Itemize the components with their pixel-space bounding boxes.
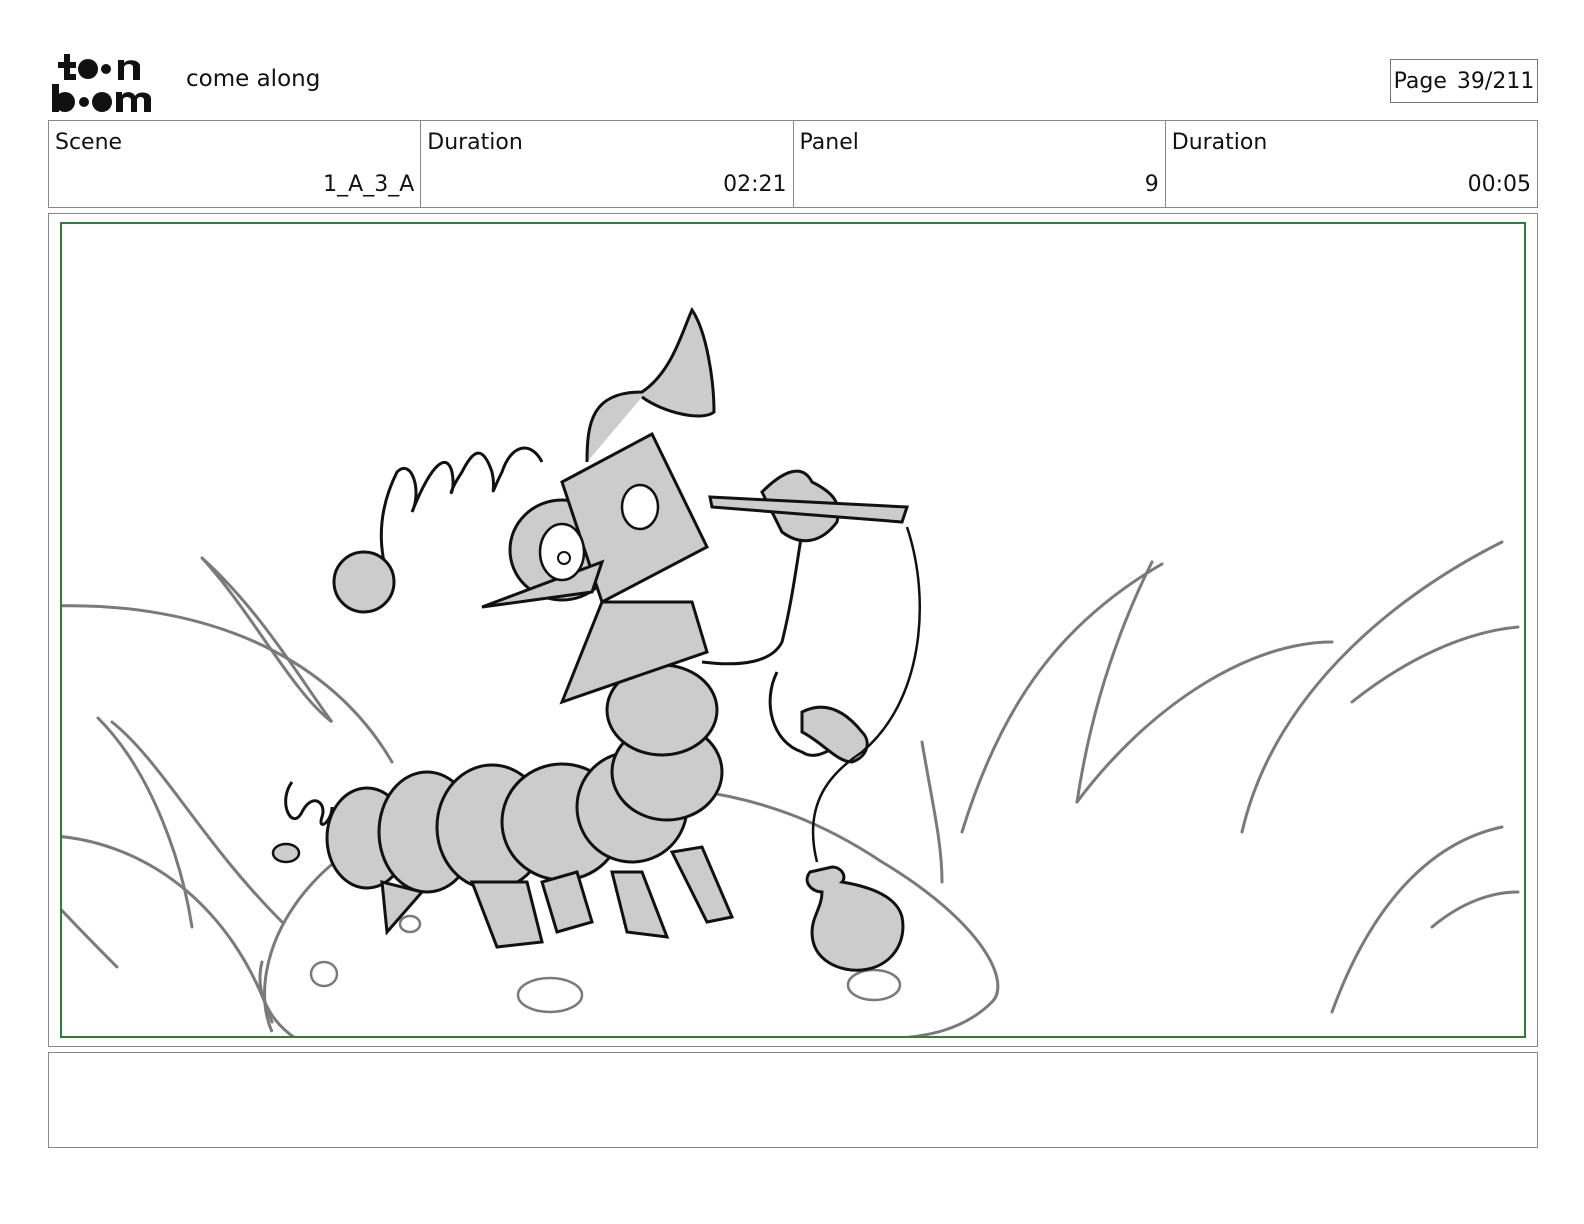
caterpillar-sketch xyxy=(62,306,1520,1036)
page-number: 39/211 xyxy=(1456,68,1535,94)
panel-label: Panel xyxy=(799,130,859,155)
tail-spiral xyxy=(284,781,334,826)
scene-label: Scene xyxy=(55,130,123,155)
page-indicator: Page 39/211 xyxy=(1390,59,1538,103)
tail-spot xyxy=(271,842,301,864)
panel-notes-box xyxy=(48,1052,1538,1148)
caterpillar-head xyxy=(481,306,716,609)
panel-duration-label: Duration xyxy=(1171,130,1268,155)
scene-duration-label: Duration xyxy=(427,130,523,155)
scene-cell: Scene 1_A_3_A xyxy=(49,121,422,207)
panel-duration-cell: Duration 00:05 xyxy=(1166,121,1537,207)
antenna-ball xyxy=(332,550,396,614)
grass-strokes xyxy=(62,540,1520,1036)
scene-duration-cell: Duration 02:21 xyxy=(421,121,794,207)
panel-value: 9 xyxy=(1144,172,1159,197)
caterpillar-body xyxy=(325,600,724,894)
scene-value: 1_A_3_A xyxy=(323,172,415,197)
storyboard-panel-image xyxy=(60,222,1526,1038)
scene-duration-value: 02:21 xyxy=(723,172,787,197)
toon-boom-logo xyxy=(50,50,164,114)
panel-duration-value: 00:05 xyxy=(1467,172,1531,197)
panel-cell: Panel 9 xyxy=(794,121,1166,207)
project-title: come along xyxy=(186,66,321,92)
hookah-vase xyxy=(805,865,905,972)
page-label: Page xyxy=(1393,68,1447,94)
scene-info-table: Scene 1_A_3_A Duration 02:21 Panel 9 Dur… xyxy=(48,120,1538,208)
hookah-hose xyxy=(811,526,921,863)
